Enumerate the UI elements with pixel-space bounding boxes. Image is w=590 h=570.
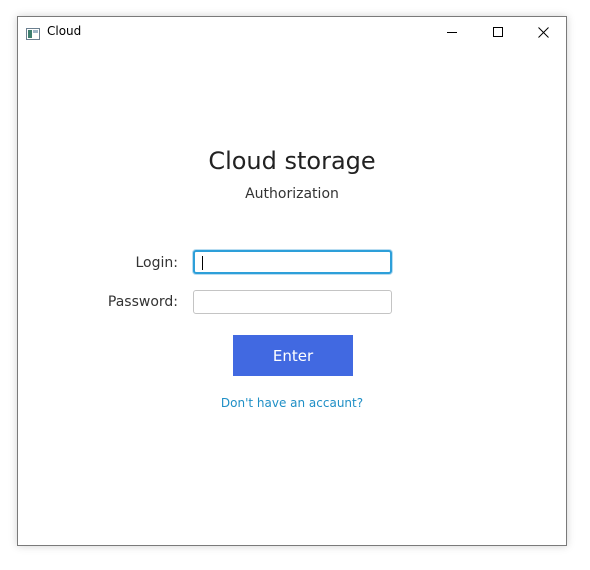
minimize-button[interactable] xyxy=(429,17,474,47)
title-bar[interactable]: Cloud xyxy=(18,17,566,47)
maximize-button[interactable] xyxy=(475,17,520,47)
app-window-icon xyxy=(26,25,40,40)
close-icon xyxy=(538,26,549,38)
window-title: Cloud xyxy=(47,24,82,38)
login-input[interactable] xyxy=(193,250,392,274)
enter-button[interactable]: Enter xyxy=(233,335,353,376)
page-subtitle: Authorization xyxy=(245,186,339,202)
text-caret xyxy=(202,256,203,270)
signup-link[interactable]: Don't have an accaunt? xyxy=(18,396,566,410)
password-label: Password: xyxy=(107,294,178,310)
password-input[interactable] xyxy=(193,290,392,314)
maximize-icon xyxy=(492,27,503,37)
app-window: Cloud Cloud storage Authorization Login:… xyxy=(17,16,567,546)
close-button[interactable] xyxy=(521,17,566,47)
minimize-icon xyxy=(446,32,457,33)
page-title: Cloud storage xyxy=(208,147,376,175)
login-label: Login: xyxy=(135,255,179,271)
